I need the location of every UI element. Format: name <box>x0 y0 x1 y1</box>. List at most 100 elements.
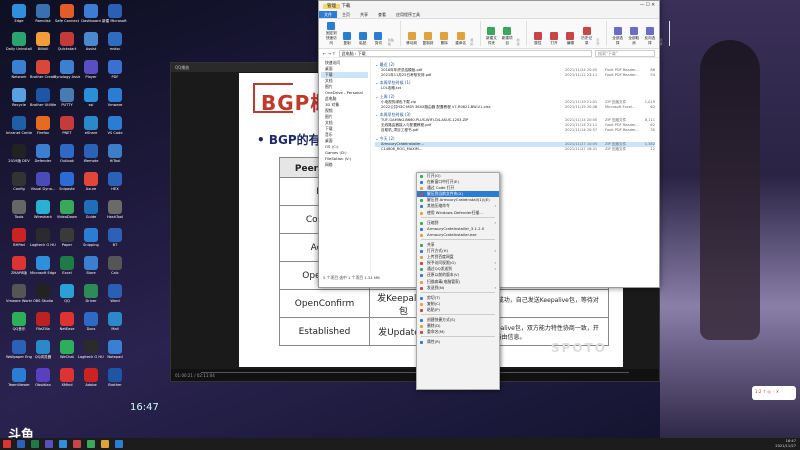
desktop-icon[interactable]: XMind <box>54 368 80 387</box>
desktop-icon[interactable]: Docs <box>78 312 104 331</box>
desktop-icon[interactable]: QQ音乐 <box>6 312 32 331</box>
desktop-icon[interactable]: 新建 Microsoft Word <box>102 4 128 23</box>
desktop-icon[interactable]: Paper <box>54 228 80 247</box>
desktop-icon[interactable]: Calc <box>102 256 128 275</box>
ribbon-tab[interactable]: 应用程序工具 <box>391 11 425 18</box>
taskbar-app-icon[interactable] <box>17 440 25 448</box>
desktop-icon[interactable]: iRemote <box>78 144 104 163</box>
desktop-icon[interactable]: Axure <box>78 172 104 191</box>
desktop-icon[interactable]: Adobe <box>78 368 104 387</box>
desktop-icon[interactable]: PNET <box>54 116 80 135</box>
desktop-icon[interactable]: Defender <box>30 144 56 163</box>
ribbon-button[interactable]: 复制到 <box>421 32 434 46</box>
ribbon-tabs[interactable]: 文件 主页 共享 查看 应用程序工具 <box>319 11 659 19</box>
menu-item[interactable]: ArmouryCrateInstaller.exe <box>417 232 499 238</box>
desktop-icon[interactable]: Logitech G HUB <box>30 228 56 247</box>
path-field[interactable]: 此电脑 › 下载 <box>338 49 592 57</box>
desktop-icon[interactable]: PUTTY <box>54 88 80 107</box>
desktop-icon[interactable]: WeChat <box>54 340 80 359</box>
desktop-icon[interactable]: Driver <box>78 284 104 303</box>
desktop-icon[interactable]: HiTool <box>102 144 128 163</box>
navigation-pane[interactable]: 快速访问 桌面 下载 文档 图片 OneDrive - Personal 此电脑 3D 对象视… <box>319 58 371 273</box>
taskbar-app-icon[interactable] <box>45 440 53 448</box>
desktop-icon[interactable]: Snipping <box>78 228 104 247</box>
desktop-icon[interactable]: Intranet Center <box>6 116 32 135</box>
ribbon-button[interactable]: 打开 <box>547 32 560 46</box>
taskbar-app-icon[interactable] <box>115 440 123 448</box>
menu-item[interactable]: 属性(R) <box>417 339 499 345</box>
system-tray[interactable]: 16:47 2021/11/27 <box>775 439 796 449</box>
menu-item[interactable]: 发送到(N) › <box>417 285 499 291</box>
desktop-icon[interactable]: Recycle <box>6 88 32 107</box>
menu-item[interactable]: 使用 Windows Defender扫描... <box>417 210 499 216</box>
ribbon-button[interactable]: 复制 <box>341 32 354 46</box>
manage-tab[interactable]: 管理 <box>323 4 340 9</box>
ribbon-button[interactable]: 新建项目 <box>501 27 514 46</box>
desktop-icon[interactable]: Brother <box>102 368 128 387</box>
taskbar-app-icon[interactable] <box>3 440 11 448</box>
desktop-icon[interactable]: Tools <box>6 200 32 219</box>
mini-widget[interactable]: 1:2 ↑ ◎ ◦ ✕ <box>752 386 796 400</box>
menu-item[interactable]: 重命名(M) <box>417 329 499 335</box>
progress-bar[interactable] <box>201 372 629 373</box>
desktop-icon[interactable]: Dashboard <box>78 4 104 23</box>
desktop-icon[interactable]: BT <box>102 228 128 247</box>
desktop-icon[interactable]: HashTool <box>102 200 128 219</box>
ribbon-button[interactable]: 固定到快速访问 <box>325 22 338 46</box>
desktop-icon[interactable]: Vmware <box>102 88 128 107</box>
desktop-icon[interactable]: Logitech G HUB <box>78 340 104 359</box>
desktop-icon[interactable]: Synology Assistant <box>54 60 80 79</box>
ribbon-tab[interactable]: 共享 <box>355 11 373 18</box>
desktop-icon[interactable]: Network <box>6 60 32 79</box>
menu-item[interactable]: 粘贴(P) <box>417 307 499 313</box>
taskbar-app-icon[interactable] <box>73 440 81 448</box>
desktop-icon[interactable]: VS Code <box>102 116 128 135</box>
search-input[interactable]: 搜索"下载" <box>595 49 655 57</box>
desktop-icon[interactable]: HEX <box>102 172 128 191</box>
ribbon-button[interactable]: 属性 <box>531 32 544 46</box>
desktop-icon[interactable]: Player <box>78 60 104 79</box>
ribbon-button[interactable]: 反向选择 <box>643 27 656 46</box>
ribbon-button[interactable]: 删除 <box>438 32 451 46</box>
desktop-icon[interactable]: Daily Uninstaller <box>6 32 32 51</box>
desktop-icon[interactable]: Notepad <box>102 340 128 359</box>
ribbon-button[interactable]: 剪切 <box>372 32 385 46</box>
ribbon-tab[interactable]: 文件 <box>319 11 337 18</box>
desktop-icon[interactable]: Wireshark <box>30 200 56 219</box>
ribbon-button[interactable]: 编辑 <box>564 32 577 46</box>
ribbon-button[interactable]: 粘贴 <box>356 32 369 46</box>
desktop-icon[interactable]: ZMAP8版 <box>6 256 32 275</box>
taskbar-app-icon[interactable] <box>31 440 39 448</box>
desktop-icon[interactable]: Microsoft Edge <box>30 256 56 275</box>
desktop-icon[interactable]: Mail <box>102 312 128 331</box>
file-row[interactable]: 自助机_项目工程书.pdf 2021/11/14 20:57 Foxit PDF R… <box>375 128 655 133</box>
desktop-icon[interactable]: Assist <box>78 32 104 51</box>
desktop-icon[interactable]: TeamViewer <box>6 368 32 387</box>
ribbon-button[interactable]: 全部选择 <box>611 27 624 46</box>
desktop-icon[interactable]: Safe Connect <box>54 4 80 23</box>
desktop-icon[interactable]: Outlook <box>54 144 80 163</box>
desktop-icon[interactable]: QQ <box>54 284 80 303</box>
player-controls[interactable]: 01:00:21 / 02:11:04 <box>171 369 659 381</box>
file-row[interactable]: 2021年11月25日考核安排.pdf 2021/11/12 23:11 Foxit… <box>375 73 655 78</box>
desktop-icon[interactable]: VideoDown <box>54 200 80 219</box>
desktop-icon[interactable]: Snipaste <box>54 172 80 191</box>
file-row[interactable]: 2022公共H3C MSR 36XX路由器 配置教程 V7-R0821-BW-V… <box>375 105 655 110</box>
desktop-icon[interactable]: Bilibili <box>30 32 56 51</box>
desktop-icon[interactable]: eShare <box>78 116 104 135</box>
context-menu[interactable]: 打开(O) 在新窗口中打开(E) 通过 Code 打开 解压到当前文件夹(X) 解压到 … <box>416 172 500 390</box>
desktop-icon[interactable]: Obsidian <box>30 368 56 387</box>
desktop-icon[interactable]: Config <box>6 172 32 191</box>
window-controls[interactable]: — ☐ ✕ <box>640 3 655 9</box>
ribbon-button[interactable]: 移动到 <box>405 32 418 46</box>
desktop-icon[interactable]: Word <box>102 284 128 303</box>
desktop-icon[interactable]: mstsc <box>102 32 128 51</box>
file-list[interactable]: ⌄ 最近 (2) 2018年年终总结模板.pdf 2021/11/24 20:05 F… <box>371 58 659 273</box>
desktop-icon[interactable]: Store <box>78 256 104 275</box>
desktop-icon[interactable]: Brother Creativ <box>30 60 56 79</box>
file-row[interactable]: LOL攻略.txt <box>375 86 655 91</box>
desktop-icon[interactable]: Brother Utilities <box>30 88 56 107</box>
desktop-icon[interactable]: Excel <box>54 256 80 275</box>
taskbar-app-icon[interactable] <box>87 440 95 448</box>
ribbon-button[interactable]: 重命名 <box>454 32 467 46</box>
